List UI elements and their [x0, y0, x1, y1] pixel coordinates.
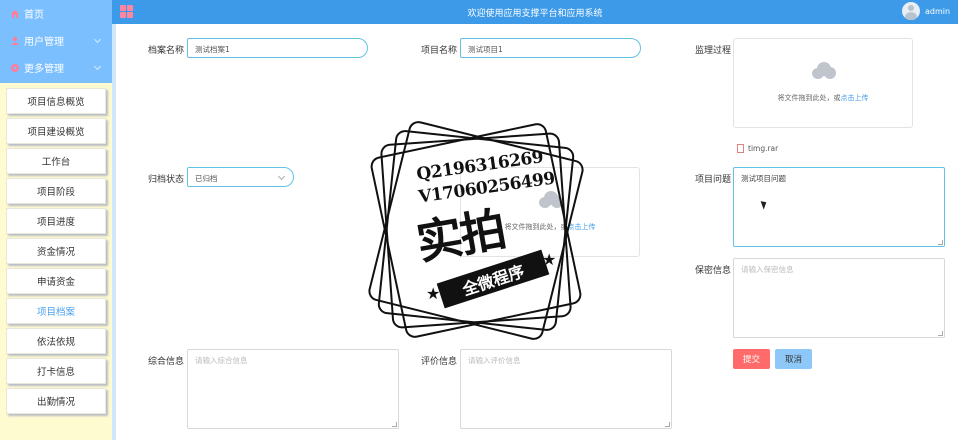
confidential-label: 保密信息 — [695, 266, 732, 276]
cancel-button[interactable]: 取消 — [775, 349, 812, 369]
comprehensive-label: 综合信息 — [148, 357, 185, 367]
evaluation-label: 评价信息 — [421, 357, 458, 367]
header-title: 欢迎使用应用支撑平台和应用系统 — [467, 9, 603, 19]
comprehensive-placeholder: 请输入综合信息 — [195, 356, 248, 365]
archive-status-value: 已归档 — [195, 174, 218, 183]
resize-handle-icon[interactable] — [665, 422, 670, 427]
supervision-upload-hint: 将文件拖到此处，或点击上传 — [734, 93, 912, 103]
sidebar-item-project-progress[interactable]: 项目进度 — [6, 208, 106, 234]
top-header: 欢迎使用应用支撑平台和应用系统 admin — [112, 0, 958, 24]
sidebar-item-compliance[interactable]: 依法依规 — [6, 328, 106, 354]
submit-button[interactable]: 提交 — [733, 349, 770, 369]
sidebar-nav-home[interactable]: 首页 — [0, 0, 112, 27]
sidebar-item-checkin-info[interactable]: 打卡信息 — [6, 358, 106, 384]
sidebar-item-project-stage[interactable]: 项目阶段 — [6, 178, 106, 204]
uploaded-file-name: timg.rar — [748, 144, 779, 153]
project-name-label: 项目名称 — [421, 46, 458, 56]
archive-name-label: 档案名称 — [148, 46, 185, 56]
resize-handle-icon[interactable] — [392, 422, 397, 427]
sidebar-item-project-info-overview[interactable]: 项目信息概览 — [6, 88, 106, 114]
archive-status-select[interactable]: 已归档 — [187, 167, 294, 187]
sidebar-divider — [112, 0, 116, 440]
sidebar-item-workbench[interactable]: 工作台 — [6, 148, 106, 174]
sidebar-nav-more-management[interactable]: 更多管理 — [0, 54, 112, 81]
upload-cloud-icon — [808, 61, 838, 79]
supervision-upload-hint-text: 将文件拖到此处，或 — [777, 94, 841, 102]
resize-handle-icon[interactable] — [938, 240, 943, 245]
header-username[interactable]: admin — [925, 7, 950, 16]
user-icon — [11, 36, 19, 45]
home-icon — [11, 9, 19, 18]
sidebar-item-project-construction-overview[interactable]: 项目建设概览 — [6, 118, 106, 144]
project-issue-label: 项目问题 — [695, 175, 732, 185]
sidebar-nav-user-management-label: 用户管理 — [24, 37, 64, 48]
sidebar-nav-user-management[interactable]: 用户管理 — [0, 27, 112, 54]
archive-name-input[interactable]: 测试档案1 — [187, 38, 368, 58]
project-name-input[interactable]: 测试项目1 — [460, 38, 641, 58]
supervision-label: 监理过程 — [695, 46, 732, 56]
sidebar-menu: 项目信息概览 项目建设概览 工作台 项目阶段 项目进度 资金情况 申请资金 项目… — [0, 83, 112, 414]
avatar[interactable] — [902, 2, 920, 20]
watermark-stamp: Q2196316269 V17060256499 实拍 全微程序 ★ ★ — [366, 118, 586, 343]
confidential-textarea[interactable]: 请输入保密信息 — [733, 258, 945, 338]
chevron-down-icon — [93, 35, 102, 44]
project-issue-value: 测试项目问题 — [741, 174, 786, 183]
evaluation-placeholder: 请输入评价信息 — [468, 356, 521, 365]
supervision-upload[interactable]: 将文件拖到此处，或点击上传 — [733, 38, 913, 128]
supervision-upload-link[interactable]: 点击上传 — [841, 94, 869, 102]
evaluation-textarea[interactable]: 请输入评价信息 — [460, 349, 672, 429]
sidebar-item-project-archive[interactable]: 项目档案 — [6, 298, 106, 324]
confidential-placeholder: 请输入保密信息 — [741, 265, 794, 274]
file-icon — [737, 144, 744, 153]
chevron-down-icon — [93, 62, 102, 71]
sidebar-nav-more-management-label: 更多管理 — [24, 64, 64, 75]
sidebar-top-nav: 首页 用户管理 更多管理 — [0, 0, 112, 83]
sidebar-item-funding-status[interactable]: 资金情况 — [6, 238, 106, 264]
sidebar-item-apply-funding[interactable]: 申请资金 — [6, 268, 106, 294]
sidebar-item-attendance[interactable]: 出勤情况 — [6, 388, 106, 414]
sidebar: 首页 用户管理 更多管理 项目信息概览 项目建设概览 工作台 项目阶段 项目进度… — [0, 0, 112, 440]
star-icon: ★ — [542, 250, 557, 269]
uploaded-file[interactable]: timg.rar — [737, 144, 778, 153]
star-icon: ★ — [426, 284, 441, 303]
comprehensive-textarea[interactable]: 请输入综合信息 — [187, 349, 399, 429]
sidebar-nav-home-label: 首页 — [24, 10, 44, 21]
chevron-down-icon — [277, 172, 286, 181]
more-icon — [11, 63, 19, 72]
resize-handle-icon[interactable] — [938, 331, 943, 336]
archive-status-label: 归档状态 — [148, 175, 185, 185]
